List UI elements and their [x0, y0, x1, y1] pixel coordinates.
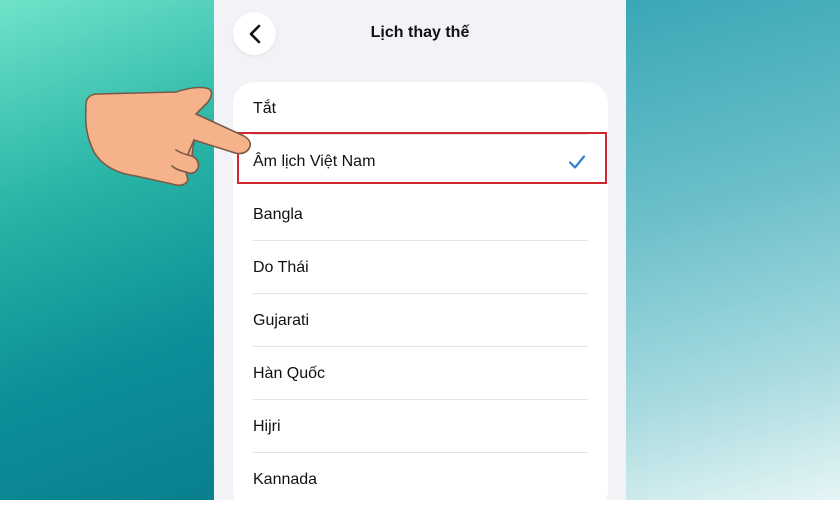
pointing-hand-icon	[84, 86, 252, 187]
list-item-off[interactable]: Tắt	[233, 82, 608, 135]
list-item-hijri[interactable]: Hijri	[233, 400, 608, 453]
phone-screen: Lịch thay thế Tắt Âm lịch Việt Nam Bangl…	[214, 0, 626, 512]
calendar-options-list: Tắt Âm lịch Việt Nam Bangla Do Thái Guja…	[233, 82, 608, 512]
checkmark-icon	[568, 154, 586, 169]
list-item-label: Bangla	[253, 205, 303, 223]
list-item-hebrew[interactable]: Do Thái	[233, 241, 608, 294]
list-item-label: Âm lịch Việt Nam	[253, 152, 376, 170]
list-item-korean[interactable]: Hàn Quốc	[233, 347, 608, 400]
background-left	[0, 0, 214, 500]
page-title: Lịch thay thế	[370, 24, 470, 41]
list-item-label: Hàn Quốc	[253, 364, 326, 382]
list-item-label: Do Thái	[253, 258, 309, 276]
list-item-bangla[interactable]: Bangla	[233, 188, 608, 241]
list-item-label: Gujarati	[253, 311, 310, 329]
list-item-label: Tắt	[253, 99, 277, 117]
list-item-label: Kannada	[253, 470, 318, 488]
list-item-gujarati[interactable]: Gujarati	[233, 294, 608, 347]
background-right	[626, 0, 840, 500]
list-item-kannada[interactable]: Kannada	[233, 453, 608, 506]
list-item-label: Hijri	[253, 417, 281, 435]
list-item-vietnamese-lunar[interactable]: Âm lịch Việt Nam	[233, 135, 608, 188]
